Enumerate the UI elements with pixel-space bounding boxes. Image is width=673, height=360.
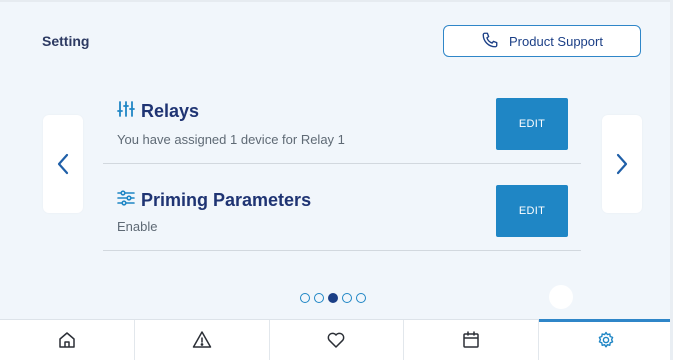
settings-screen: Setting Product Support Relays You have … xyxy=(0,0,673,360)
priming-card-description: Enable xyxy=(117,219,158,234)
heart-icon xyxy=(328,332,345,348)
priming-card-header: Priming Parameters xyxy=(117,189,311,212)
priming-parameters-card: Priming Parameters Enable EDIT xyxy=(103,164,581,251)
page-dot[interactable] xyxy=(342,293,352,303)
calendar-icon xyxy=(463,331,480,348)
relays-card-description: You have assigned 1 device for Relay 1 xyxy=(117,132,345,147)
horizontal-sliders-icon xyxy=(117,189,135,212)
previous-page-button[interactable] xyxy=(43,115,83,213)
page-title: Setting xyxy=(42,33,90,49)
gear-icon xyxy=(598,331,614,348)
page-dot-active[interactable] xyxy=(328,293,338,303)
nav-calendar[interactable] xyxy=(404,320,540,360)
nav-home[interactable] xyxy=(0,320,135,360)
nav-settings[interactable] xyxy=(539,319,673,360)
priming-card-title: Priming Parameters xyxy=(141,190,312,210)
phone-icon xyxy=(481,31,499,52)
page-dot[interactable] xyxy=(356,293,366,303)
next-page-button[interactable] xyxy=(602,115,642,213)
relays-card: Relays You have assigned 1 device for Re… xyxy=(103,77,581,164)
bottom-navbar xyxy=(0,319,673,360)
product-support-label: Product Support xyxy=(509,33,603,49)
chevron-left-icon xyxy=(57,153,69,175)
sliders-icon xyxy=(117,100,135,123)
chevron-right-icon xyxy=(616,153,628,175)
product-support-button[interactable]: Product Support xyxy=(443,25,641,57)
page-dot[interactable] xyxy=(300,293,310,303)
relays-card-header: Relays xyxy=(117,100,199,123)
page-indicator xyxy=(300,293,366,303)
nav-favorites[interactable] xyxy=(270,320,405,360)
priming-edit-button[interactable]: EDIT xyxy=(496,185,568,237)
top-edge xyxy=(0,0,673,2)
relays-edit-button[interactable]: EDIT xyxy=(496,98,568,150)
page-dot[interactable] xyxy=(314,293,324,303)
floating-touch-indicator xyxy=(549,285,573,309)
nav-alerts[interactable] xyxy=(135,320,270,360)
home-icon xyxy=(59,332,75,348)
relays-card-title: Relays xyxy=(141,101,200,121)
warning-icon xyxy=(192,331,211,348)
